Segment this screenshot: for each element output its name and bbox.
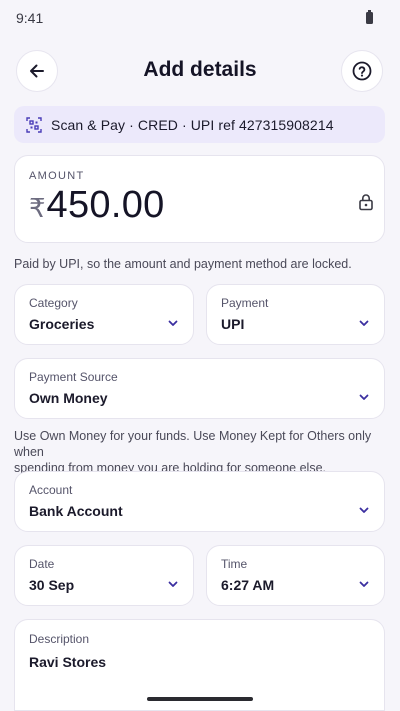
payment-source-note: Use Own Money for your funds. Use Money … (14, 428, 400, 476)
amount-label: AMOUNT (29, 170, 85, 182)
date-value: 30 Sep (29, 577, 75, 593)
payment-value: UPI (221, 316, 245, 332)
chevron-down-icon (168, 320, 178, 326)
payment-label: Payment (221, 296, 269, 310)
date-label: Date (29, 557, 55, 571)
page-title: Add details (143, 58, 257, 81)
lock-icon (359, 194, 373, 211)
account-label: Account (29, 483, 73, 497)
chevron-down-icon (359, 581, 369, 587)
header: Add details (0, 48, 400, 94)
chevron-down-icon (359, 394, 369, 400)
payment-source-banner: Scan & Pay · CRED · UPI ref 427315908214 (14, 106, 385, 143)
time-picker[interactable]: Time 6:27 AM (206, 545, 385, 606)
status-bar: 9:41 (0, 0, 400, 36)
category-dropdown[interactable]: Category Groceries (14, 284, 194, 345)
payment-source-label: Payment Source (29, 370, 118, 384)
help-button[interactable] (341, 50, 383, 92)
time-label: Time (221, 557, 248, 571)
currency-symbol: ₹ (29, 193, 46, 223)
status-time: 9:41 (16, 10, 44, 26)
time-value: 6:27 AM (221, 577, 275, 593)
account-value: Bank Account (29, 503, 123, 519)
locked-note: Paid by UPI, so the amount and payment m… (14, 257, 352, 271)
battery-icon (366, 10, 373, 24)
category-label: Category (29, 296, 78, 310)
chevron-down-icon (359, 320, 369, 326)
category-value: Groceries (29, 316, 95, 332)
payment-source-note-line1: Use Own Money for your funds. Use Money … (14, 429, 372, 459)
amount-card: AMOUNT ₹ 450.00 (14, 155, 385, 243)
description-label: Description (29, 632, 90, 646)
account-dropdown[interactable]: Account Bank Account (14, 471, 385, 532)
chevron-down-icon (168, 581, 178, 587)
amount-value: ₹ 450.00 (29, 184, 165, 227)
payment-source-value: Own Money (29, 390, 108, 406)
date-picker[interactable]: Date 30 Sep (14, 545, 194, 606)
qr-scan-icon (26, 116, 42, 133)
home-indicator[interactable] (147, 697, 253, 701)
payment-source-dropdown[interactable]: Payment Source Own Money (14, 358, 385, 419)
banner-text: Scan & Pay · CRED · UPI ref 427315908214 (51, 116, 334, 133)
payment-method-dropdown: Payment UPI (206, 284, 385, 345)
help-icon (352, 61, 372, 81)
amount-number: 450.00 (46, 184, 165, 226)
chevron-down-icon (359, 507, 369, 513)
description-value[interactable]: Ravi Stores (29, 654, 106, 670)
